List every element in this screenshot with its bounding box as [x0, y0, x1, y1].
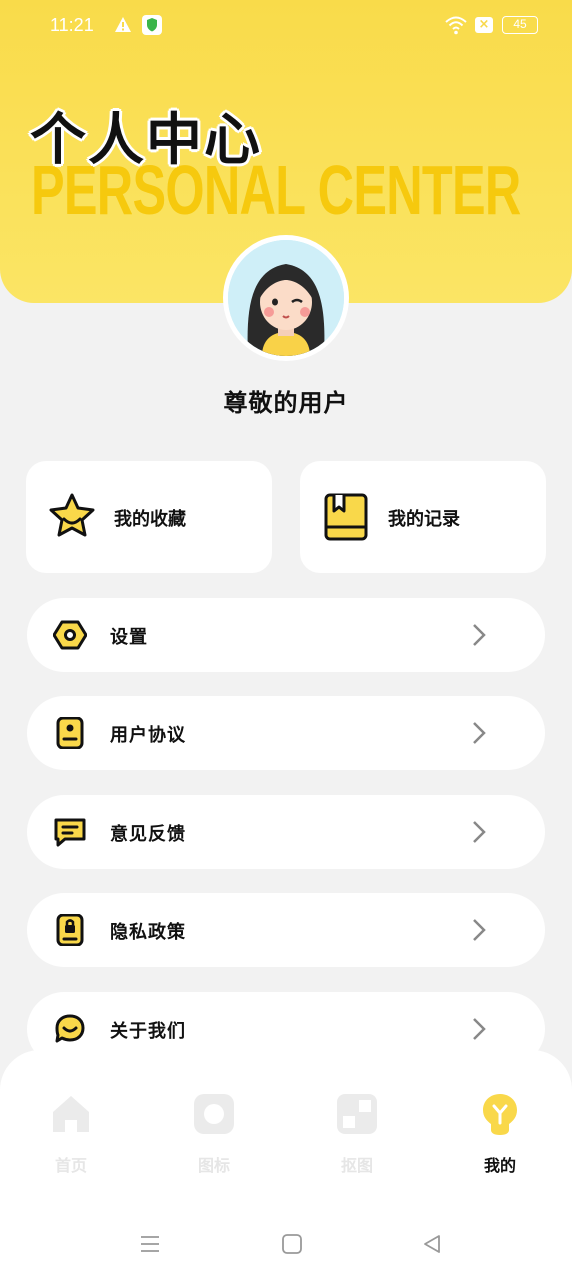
- menu-item-label: 隐私政策: [110, 922, 186, 943]
- status-time: 11:21: [50, 15, 94, 35]
- cutout-icon: [337, 1094, 377, 1134]
- wifi-icon: [445, 16, 467, 35]
- about-icon: [55, 1014, 85, 1043]
- home-nav-icon[interactable]: [280, 1232, 304, 1256]
- tab-mine[interactable]: 我的: [455, 1092, 545, 1176]
- back-nav-icon[interactable]: [420, 1232, 444, 1256]
- warning-icon: [115, 17, 131, 32]
- menu-item-privacy[interactable]: 隐私政策: [27, 893, 545, 967]
- tab-cutout[interactable]: 抠图: [312, 1092, 402, 1176]
- favorites-label: 我的收藏: [114, 509, 186, 530]
- tab-label: 我的: [483, 1156, 516, 1175]
- avatar-image: [228, 240, 344, 356]
- star-icon: [49, 493, 95, 537]
- records-label: 我的记录: [388, 509, 460, 530]
- menu-item-settings[interactable]: 设置: [27, 598, 545, 672]
- icon-tab-icon: [194, 1094, 234, 1134]
- battery-icon: 45: [502, 16, 538, 34]
- menu-item-label: 关于我们: [110, 1021, 186, 1042]
- username: 尊敬的用户: [223, 389, 349, 417]
- menu-nav-icon[interactable]: [138, 1232, 162, 1256]
- chevron-right-icon: [473, 1018, 486, 1040]
- chevron-right-icon: [473, 722, 486, 744]
- favorites-card[interactable]: 我的收藏: [26, 461, 272, 573]
- home-icon: [53, 1096, 89, 1132]
- tab-label: 图标: [197, 1156, 230, 1175]
- menu-item-agreement[interactable]: 用户协议: [27, 696, 545, 770]
- chevron-right-icon: [473, 624, 486, 646]
- chevron-right-icon: [473, 821, 486, 843]
- records-card[interactable]: 我的记录: [300, 461, 546, 573]
- tab-label: 抠图: [340, 1156, 373, 1175]
- tab-icons[interactable]: 图标: [169, 1092, 259, 1176]
- tab-home[interactable]: 首页: [26, 1092, 116, 1176]
- settings-icon: [53, 620, 87, 650]
- lightbulb-icon: [483, 1094, 517, 1135]
- book-icon: [324, 493, 368, 541]
- feedback-icon: [54, 818, 86, 847]
- tab-label: 首页: [54, 1156, 87, 1175]
- menu-item-label: 设置: [110, 627, 148, 648]
- page-title: 个人中心: [30, 108, 262, 173]
- menu-item-feedback[interactable]: 意见反馈: [27, 795, 545, 869]
- menu-item-label: 用户协议: [110, 725, 186, 746]
- chevron-right-icon: [473, 919, 486, 941]
- status-bar: 11:21 × 45: [0, 0, 572, 52]
- agreement-icon: [56, 717, 84, 749]
- sim-off-icon: ×: [475, 17, 493, 33]
- battery-level: 45: [513, 17, 527, 31]
- privacy-icon: [56, 914, 84, 946]
- shield-icon: [142, 15, 162, 35]
- menu-item-label: 意见反馈: [110, 824, 186, 845]
- avatar[interactable]: [223, 235, 349, 361]
